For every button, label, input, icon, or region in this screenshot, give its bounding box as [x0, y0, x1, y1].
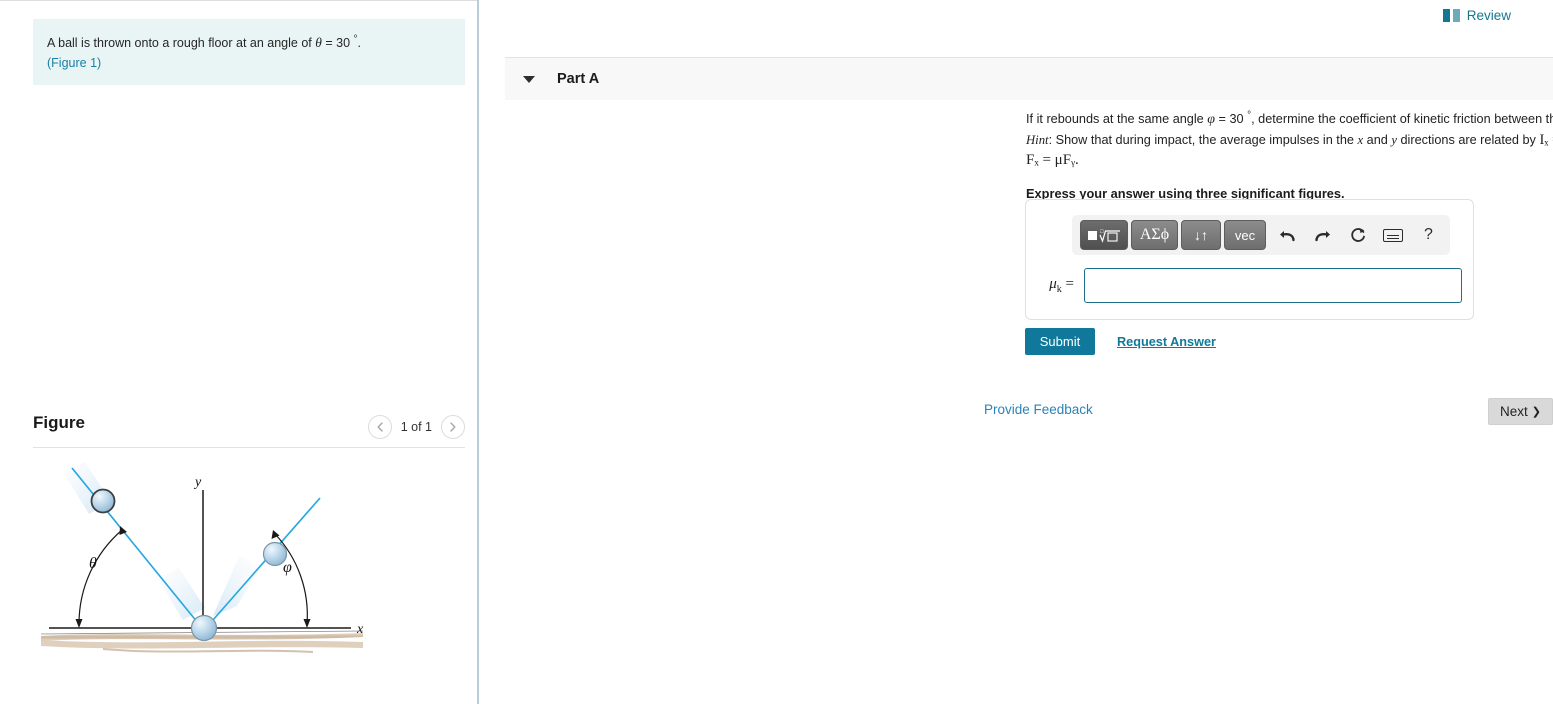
question-body: If it rebounds at the same angle φ = 30 … — [1026, 110, 1553, 201]
motion-blur-outgoing — [213, 556, 261, 616]
figure-navigation: 1 of 1 — [367, 415, 465, 439]
y-axis-label: y — [193, 475, 202, 490]
answer-input-container: □ ΑΣϕ ↓↑ vec ? μk = — [1025, 199, 1474, 320]
ball-outgoing — [262, 541, 288, 567]
redo-glyph — [1315, 230, 1331, 241]
hint-seg1: : Show that during impact, the average i… — [1048, 133, 1358, 148]
impulse-equation: Iₓ = μIᵧ — [1539, 132, 1553, 149]
question-statement: If it rebounds at the same angle φ = 30 … — [1026, 110, 1553, 129]
question-seg2: = 30 — [1215, 112, 1248, 127]
chevron-right-icon — [450, 422, 456, 432]
question-hint: Hint: Show that during impact, the avera… — [1026, 131, 1553, 150]
arrows-button[interactable]: ↓↑ — [1181, 220, 1221, 250]
help-button[interactable]: ? — [1415, 220, 1442, 250]
submit-button[interactable]: Submit — [1025, 328, 1095, 355]
request-answer-link[interactable]: Request Answer — [1117, 335, 1216, 349]
provide-feedback-link[interactable]: Provide Feedback — [984, 402, 1093, 417]
math-toolbar: □ ΑΣϕ ↓↑ vec ? — [1072, 215, 1450, 255]
mu-subscript: k — [1056, 284, 1062, 295]
chevron-left-icon — [376, 422, 383, 432]
page-root: A ball is thrown onto a rough floor at a… — [0, 0, 1553, 704]
answer-variable-label: μk = — [1038, 276, 1074, 295]
problem-statement-box: A ball is thrown onto a rough floor at a… — [33, 19, 465, 85]
question-seg3: , determine the coefficient of kinetic f… — [1251, 112, 1553, 127]
keyboard-icon[interactable] — [1380, 220, 1407, 250]
figure-1-link[interactable]: (Figure 1) — [47, 55, 453, 71]
review-button[interactable]: Review — [1442, 8, 1511, 23]
radical-template-icon: □ — [1088, 229, 1120, 243]
figure-prev-button[interactable] — [367, 415, 392, 439]
figure-title: Figure — [33, 413, 85, 432]
book-icon — [1442, 9, 1460, 22]
ball-at-impact — [190, 614, 218, 642]
problem-text-part-a: A ball is thrown onto a rough floor at a… — [47, 36, 316, 51]
theta-symbol: θ — [315, 35, 322, 51]
motion-blur-incoming — [63, 462, 205, 620]
vector-button[interactable]: vec — [1224, 220, 1266, 250]
answer-row: μk = — [1038, 268, 1462, 303]
next-button[interactable]: Next ❯ — [1488, 398, 1553, 425]
left-panel: A ball is thrown onto a rough floor at a… — [0, 0, 477, 704]
svg-text:□: □ — [1100, 229, 1104, 235]
figure-diagram-area: y x θ φ — [33, 456, 465, 686]
submit-row: Submit Request Answer — [1025, 328, 1216, 355]
hint-seg3: directions are related by — [1396, 133, 1540, 148]
reset-glyph — [1350, 227, 1365, 242]
undo-arrow-icon[interactable] — [1274, 220, 1301, 250]
problem-text-part-b: = 30 — [321, 36, 354, 51]
answer-input[interactable] — [1084, 268, 1462, 303]
undo-glyph — [1280, 230, 1295, 241]
right-panel: Review Part A If it rebounds at the same… — [479, 0, 1553, 704]
hint-label: Hint — [1026, 133, 1049, 148]
equals-symbol: = — [1065, 276, 1074, 292]
incoming-trajectory-line — [71, 467, 203, 629]
outgoing-trajectory-line — [205, 497, 321, 629]
ball-incoming — [90, 488, 116, 514]
mu-symbol: μ — [1049, 276, 1057, 292]
chevron-right-icon: ❯ — [1531, 406, 1541, 418]
question-seg1: If it rebounds at the same angle — [1026, 112, 1208, 127]
figure-next-button[interactable] — [441, 415, 465, 439]
ball-bounce-diagram: y x θ φ — [40, 462, 364, 653]
problem-text-part-c: . — [357, 36, 361, 51]
reset-circle-icon[interactable] — [1344, 220, 1371, 250]
review-label: Review — [1466, 8, 1511, 23]
template-math-button[interactable]: □ — [1080, 220, 1128, 250]
part-a-header[interactable]: Part A — [505, 57, 1553, 100]
phi-symbol: φ — [1207, 112, 1216, 128]
figure-header: Figure 1 of 1 — [33, 409, 465, 448]
problem-statement-text: A ball is thrown onto a rough floor at a… — [47, 33, 453, 52]
hint-seg2: and — [1363, 133, 1392, 148]
caret-down-icon[interactable] — [523, 75, 535, 83]
greek-letters-button[interactable]: ΑΣϕ — [1131, 220, 1178, 250]
force-equation: Fₓ = μFᵧ. — [1026, 151, 1079, 168]
theta-angle-arc: θ — [75, 526, 127, 628]
part-a-label: Part A — [557, 71, 600, 87]
theta-label: θ — [89, 555, 97, 572]
next-label: Next — [1500, 404, 1528, 419]
redo-arrow-icon[interactable] — [1309, 220, 1336, 250]
figure-counter: 1 of 1 — [400, 420, 432, 434]
